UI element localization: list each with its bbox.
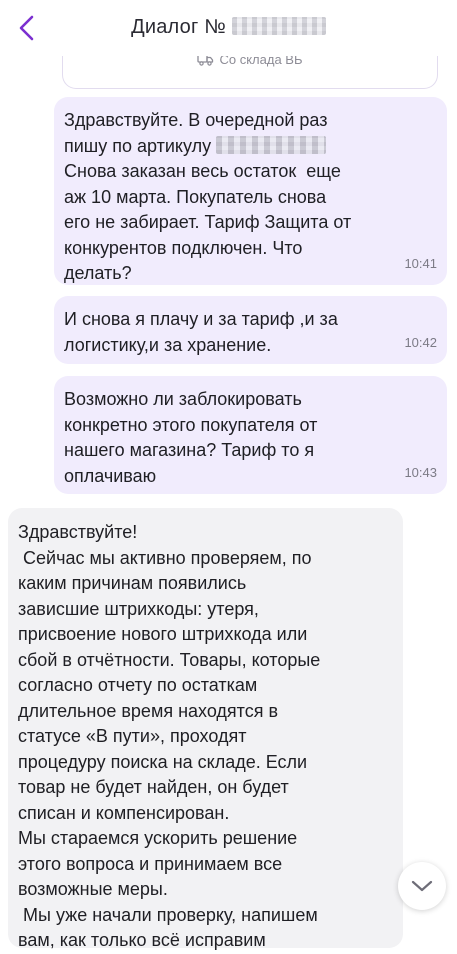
message-text-cont: Снова заказан весь остаток еще аж 10 мар… — [64, 161, 352, 283]
message-text: И снова я плачу и за тариф ,и за логисти… — [64, 309, 338, 355]
message-text: Возможно ли заблокировать конкретно этог… — [64, 389, 318, 486]
message-time: 10:42 — [404, 334, 437, 350]
redacted-dialog-number — [231, 17, 326, 35]
page-title: Диалог № — [0, 16, 457, 39]
message-outgoing[interactable]: Здравствуйте. В очередной раз пишу по ар… — [54, 97, 447, 285]
message-time: 10:43 — [404, 464, 437, 480]
chat-header: Диалог № — [0, 0, 457, 56]
message-text: Здравствуйте! Сейчас мы активно проверяе… — [18, 522, 321, 950]
redacted-article — [216, 135, 327, 154]
message-incoming[interactable]: Здравствуйте! Сейчас мы активно проверяе… — [8, 508, 403, 950]
chevron-down-icon — [411, 880, 433, 892]
message-outgoing[interactable]: И снова я плачу и за тариф ,и за логисти… — [54, 296, 447, 364]
scroll-down-button[interactable] — [398, 862, 446, 910]
message-outgoing[interactable]: Возможно ли заблокировать конкретно этог… — [54, 376, 447, 494]
dialog-title-text: Диалог № — [131, 16, 226, 38]
message-time: 10:41 — [404, 255, 437, 271]
